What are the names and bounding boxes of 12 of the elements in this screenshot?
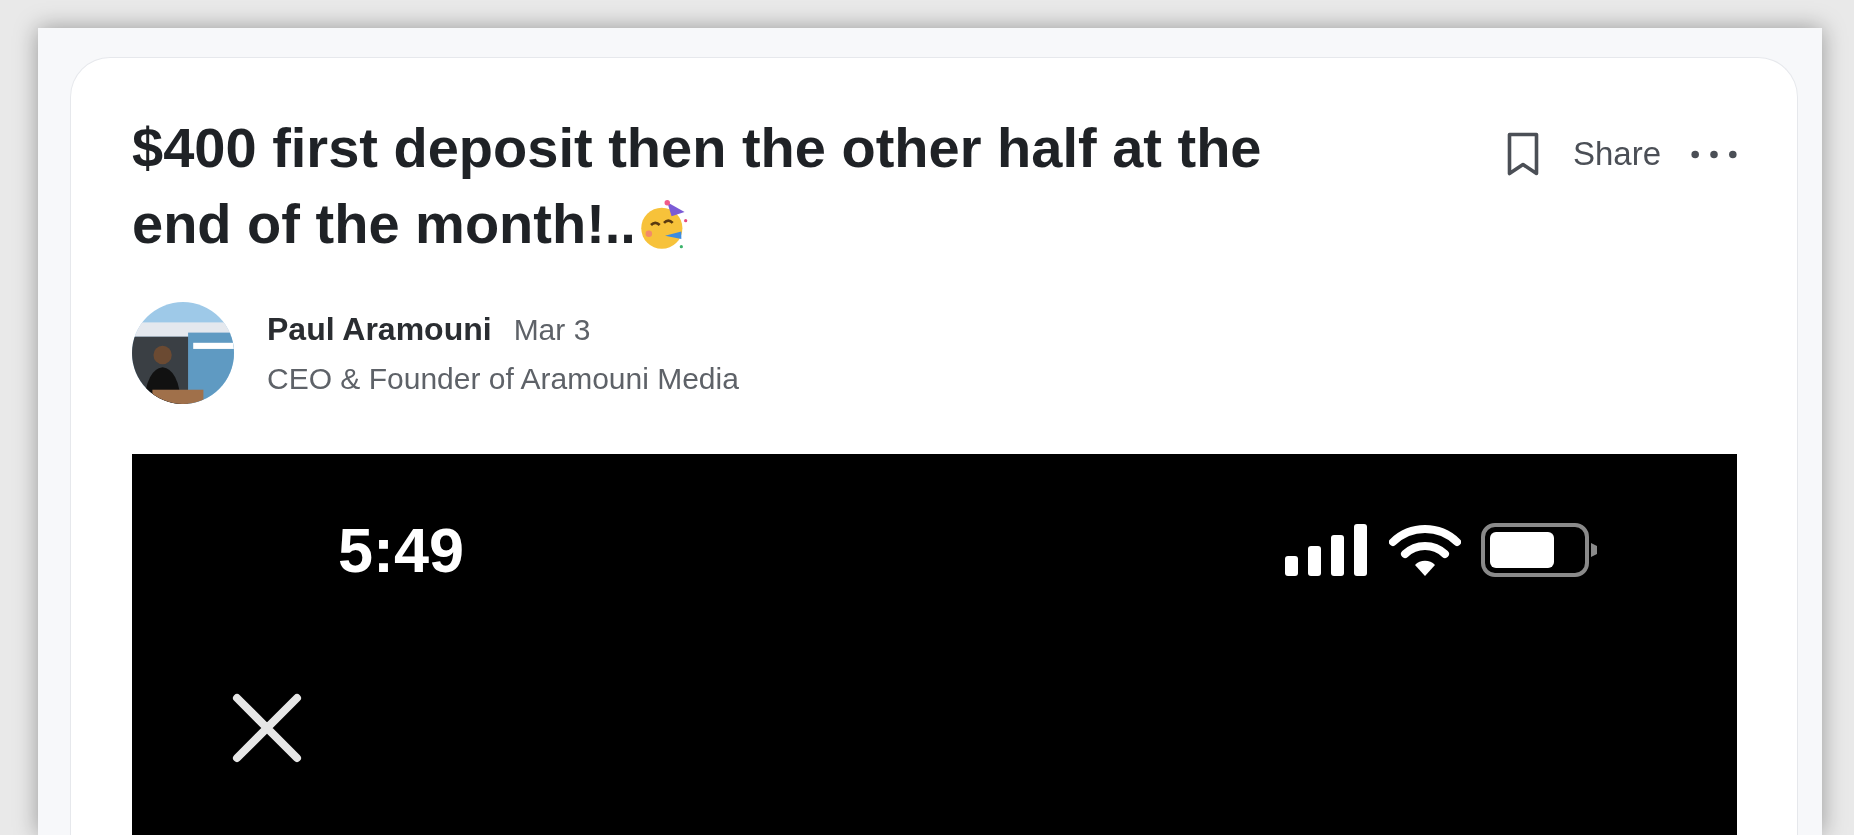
post-date: Mar 3 [513,312,591,347]
close-icon[interactable] [231,692,303,764]
status-time: 5:49 [338,514,465,586]
title-line: $400 first deposit then the other half at the [132,116,1262,179]
author-name[interactable]: Paul Aramouni [267,310,492,348]
share-button[interactable]: Share [1572,135,1661,173]
battery-icon [1481,523,1597,577]
wifi-icon [1389,524,1461,576]
signal-icon [1285,524,1369,576]
more-icon[interactable] [1691,149,1737,159]
author-headline: CEO & Founder of Aramouni Media [267,361,739,396]
title-line: end of the month!.. [132,192,636,255]
